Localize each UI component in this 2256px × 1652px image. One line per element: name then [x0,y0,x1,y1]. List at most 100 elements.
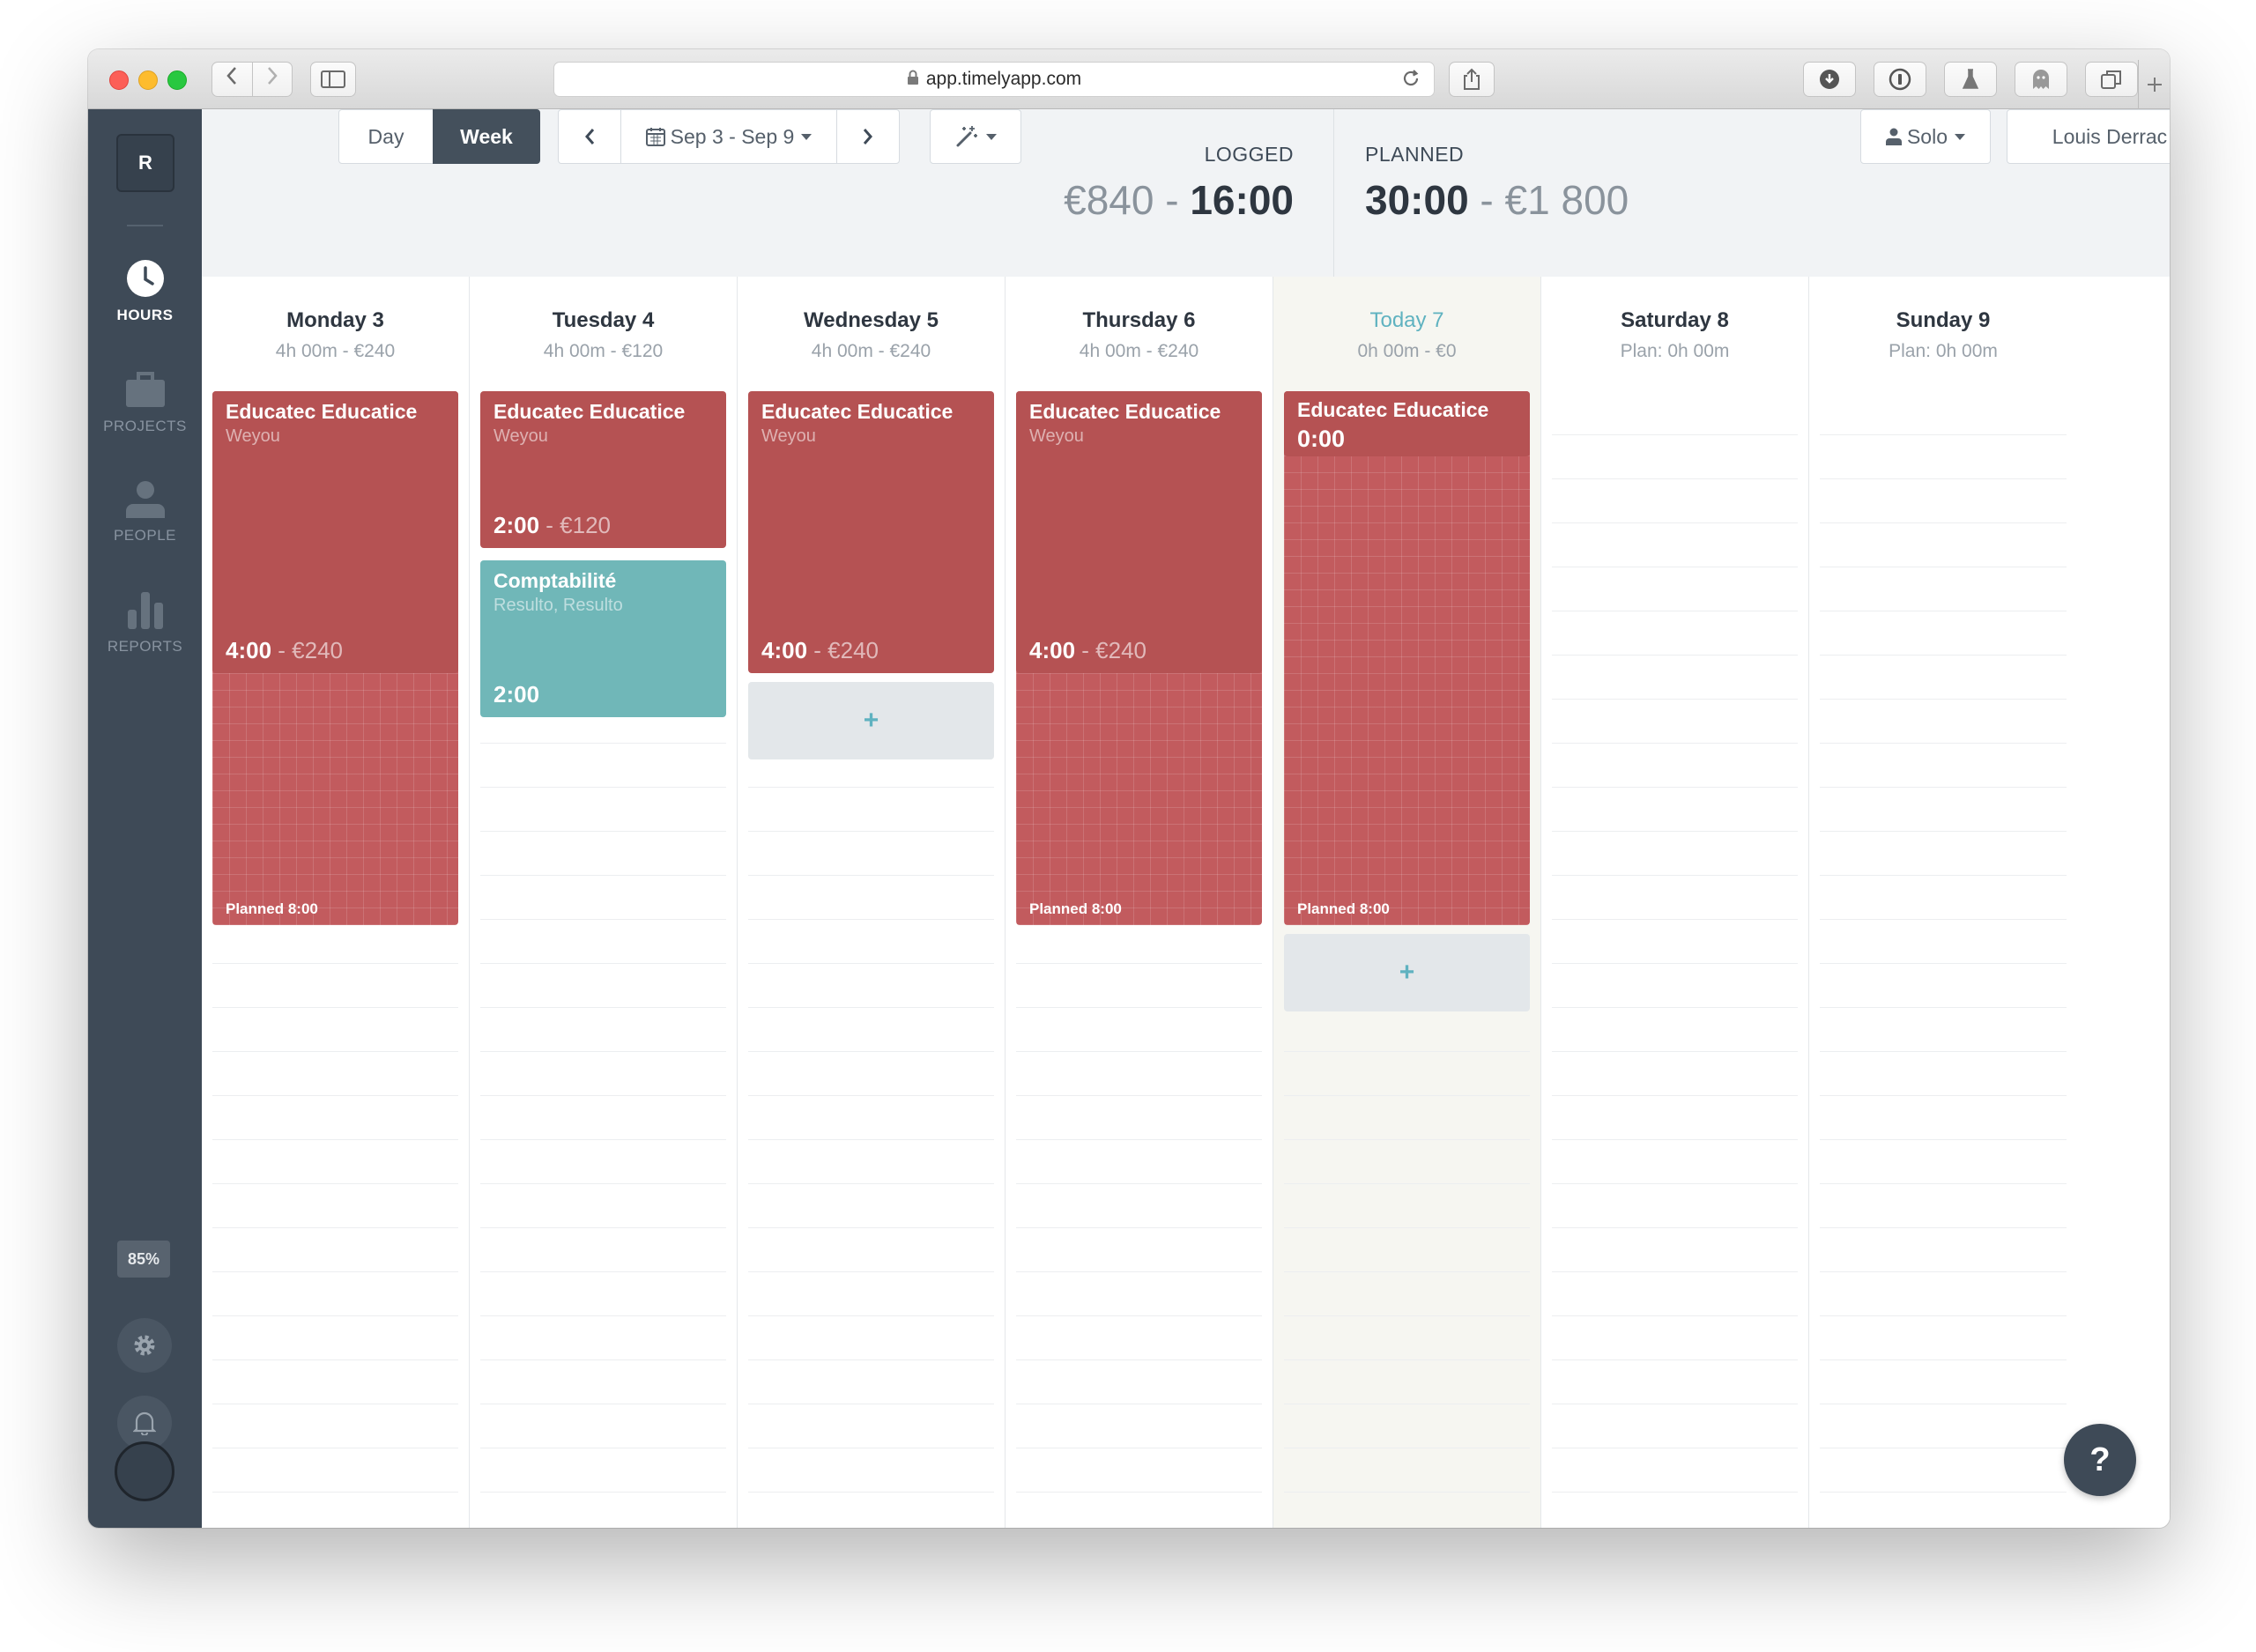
chevron-down-icon [801,133,813,140]
stats-divider [1333,109,1334,277]
ghostery-extension-button[interactable] [2015,62,2067,97]
entry-time: 4:00 [1029,637,1076,663]
entry-client: Weyou [1029,426,1084,446]
password-manager-button[interactable] [1874,62,1926,97]
day-summary: 4h 00m - €240 [1079,341,1199,361]
day-summary: Plan: 0h 00m [1889,341,1998,361]
entry-client: Weyou [226,426,280,446]
tabs-icon [2101,70,2121,89]
entry-title: Educatec Educatice [761,400,954,423]
chevron-right-icon [268,67,278,85]
entry-client: Weyou [761,426,816,446]
back-button[interactable] [212,63,252,96]
chevron-down-icon [1955,133,1966,140]
labs-extension-button[interactable] [1944,62,1997,97]
magic-tools-dropdown[interactable] [930,109,1021,164]
sidebar-item-reports[interactable]: REPORTS [88,590,202,656]
sidebar-icon [321,70,345,88]
view-week-button[interactable]: Week [433,109,540,164]
app-sidebar: R HOURS PROJECTS PEOPLE REPORTS 85% [88,109,202,1528]
team-filter-dropdown[interactable]: Solo [1860,109,1991,164]
entry-time: 4:00 [226,637,272,663]
calendar-icon [645,128,665,146]
sidebar-item-people[interactable]: PEOPLE [88,479,202,544]
day-summary: Plan: 0h 00m [1620,341,1730,361]
settings-button[interactable] [117,1318,172,1373]
date-range-picker[interactable]: Sep 3 - Sep 9 [620,109,837,164]
day-header: Thursday 6 4h 00m - €240 [1006,308,1273,362]
logged-hours: 16:00 [1190,177,1294,223]
avatar[interactable] [115,1441,174,1501]
hour-grid[interactable] [1552,391,1798,1528]
time-entry[interactable]: Educatec Educatice Weyou 2:00 - €120 [480,391,726,548]
user-filter-label: Louis Derrac [2052,124,2168,148]
previous-week-button[interactable] [558,109,621,164]
day-name: Sunday 9 [1896,308,1991,332]
new-tab-button[interactable] [2138,60,2170,109]
add-entry-button[interactable]: + [1284,934,1530,1011]
planned-block[interactable]: Planned 8:00 [1284,391,1530,925]
planned-label: Planned 8:00 [1029,900,1122,917]
time-entry[interactable]: Educatec Educatice Weyou 4:00 - €240 [748,391,994,673]
url-text: app.timelyapp.com [925,69,1082,89]
day-summary: 4h 00m - €120 [543,341,664,361]
clock-icon [126,260,164,297]
day-column-wednesday: Wednesday 5 4h 00m - €240 Educatec Educa… [738,277,1006,1528]
next-week-button[interactable] [836,109,900,164]
reload-icon[interactable] [1400,68,1421,94]
user-filter-dropdown[interactable]: Louis Derrac [2007,109,2170,164]
day-summary: 0h 00m - €0 [1357,341,1457,361]
address-bar[interactable]: app.timelyapp.com [553,62,1435,97]
close-window-button[interactable] [109,70,129,90]
time-entry[interactable]: Comptabilité Resulto, Resulto 2:00 [480,560,726,717]
workspace-switcher[interactable]: R [116,134,174,192]
planned-summary: 30:00 - €1 800 [1365,176,1629,224]
entry-cost: - €240 [807,637,879,663]
zoom-window-button[interactable] [167,70,187,90]
share-icon [1464,68,1480,90]
logged-label: LOGGED [1204,143,1294,166]
sidebar-item-label: PEOPLE [113,527,177,544]
view-day-button[interactable]: Day [338,109,434,164]
day-name: Tuesday 4 [552,308,655,332]
day-name: Today 7 [1369,308,1444,332]
entry-time: 2:00 [494,512,540,538]
sidebar-toggle-button[interactable] [310,62,356,97]
share-button[interactable] [1449,62,1495,97]
chevron-left-icon [585,129,595,144]
hour-grid[interactable] [1820,391,2067,1528]
day-summary: 4h 00m - €240 [275,341,396,361]
flask-icon [1962,69,1979,89]
chevron-right-icon [863,129,872,144]
day-header: Today 7 0h 00m - €0 [1273,308,1540,362]
lock-icon [907,70,919,89]
entry-duration: 2:00 - €120 [494,512,611,539]
downloads-button[interactable] [1803,62,1856,97]
add-entry-button[interactable]: + [748,682,994,759]
help-button[interactable]: ? [2064,1424,2136,1496]
sidebar-item-hours[interactable]: HOURS [88,259,202,324]
entry-duration: 4:00 - €240 [226,637,343,664]
entry-title: Educatec Educatice [1029,400,1221,423]
time-entry[interactable]: Educatec Educatice Weyou 4:00 - €240 [212,391,458,673]
password-manager-icon [1889,68,1911,91]
entry-title: Educatec Educatice [226,400,418,423]
planned-label: PLANNED [1365,143,1465,166]
day-column-sunday: Sunday 9 Plan: 0h 00m [1809,277,2077,1528]
planned-hours: 30:00 [1365,177,1469,223]
person-icon [125,481,165,518]
entry-cost: - €240 [271,637,343,663]
browser-toolbar: app.timelyapp.com [88,49,2170,109]
briefcase-icon [125,372,165,407]
time-entry[interactable]: Educatec Educatice 0:00 [1284,391,1530,456]
tab-overview-button[interactable] [2085,62,2138,97]
planned-amount: €1 800 [1504,177,1629,223]
sidebar-item-projects[interactable]: PROJECTS [88,370,202,435]
forward-button[interactable] [251,63,292,96]
time-entry[interactable]: Educatec Educatice Weyou 4:00 - €240 [1016,391,1262,673]
day-header: Wednesday 5 4h 00m - €240 [738,308,1005,362]
planned-separator: - [1468,177,1505,223]
progress-indicator[interactable]: 85% [117,1241,170,1278]
minimize-window-button[interactable] [138,70,158,90]
browser-window: app.timelyapp.com R HOURS PROJECTS PEOPL… [88,49,2170,1528]
